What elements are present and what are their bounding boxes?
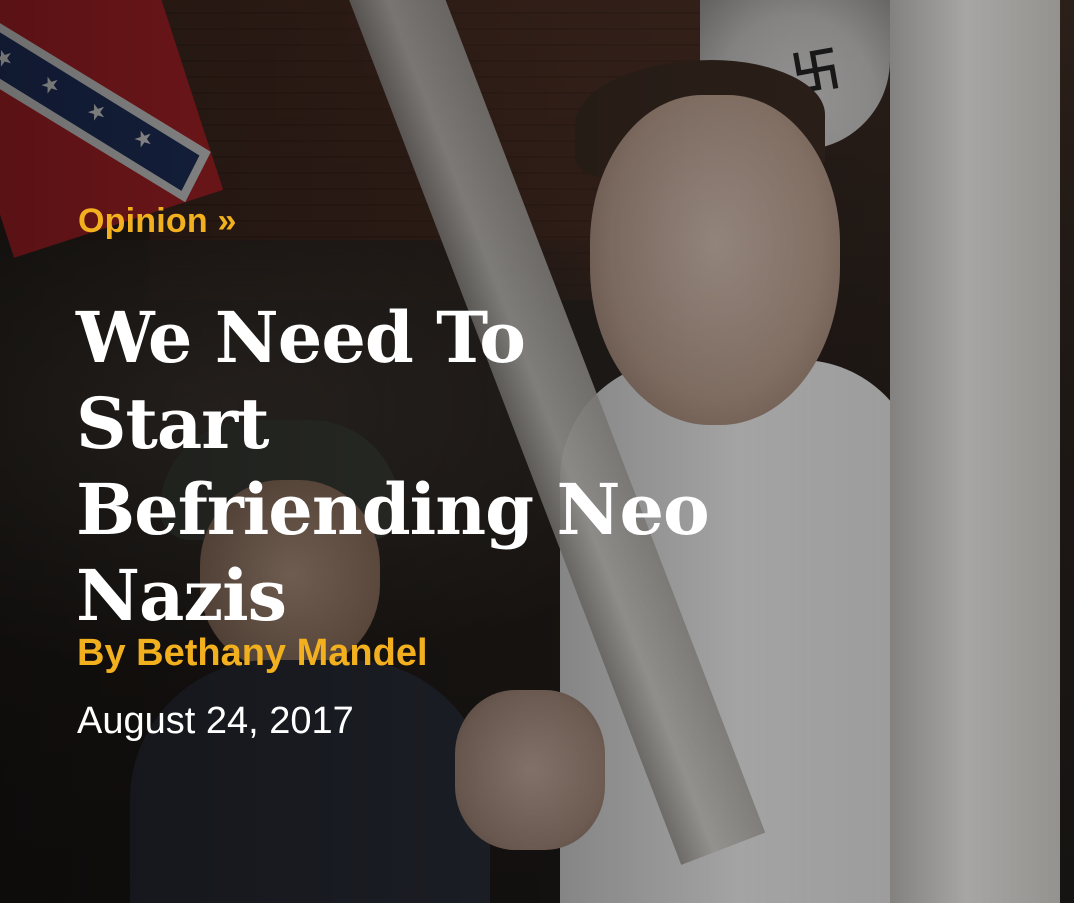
category-link[interactable]: Opinion »: [78, 202, 237, 241]
author-byline[interactable]: By Bethany Mandel: [77, 632, 428, 675]
article-title: We Need To Start Befriending Neo Nazis: [76, 296, 710, 637]
article-hero: ★ ★ ★ ★ 卐 Opinion » We Need To Start Bef…: [0, 0, 1074, 903]
publish-date: August 24, 2017: [77, 700, 354, 742]
